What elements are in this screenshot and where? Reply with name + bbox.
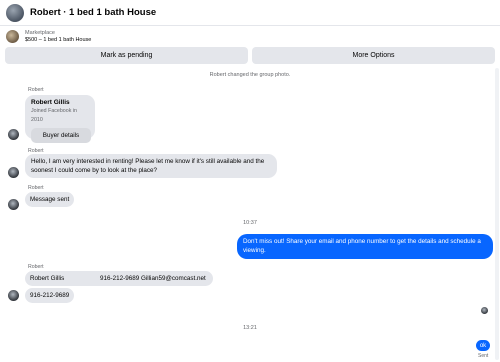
message-bubble: 916-212-9689 [25,288,75,303]
buyer-joined: Joined Facebook in 2010 [31,108,77,123]
sender-label: Robert [28,264,44,270]
timestamp: 10:37 [243,220,257,226]
message-bubble: ok [476,340,490,351]
avatar[interactable] [8,129,19,140]
buyer-name: Robert Gillis [31,99,70,106]
sender-label: Robert [28,185,44,191]
more-options-button[interactable]: More Options [252,47,495,64]
contact-info: 916-212-9689 Gillian59@comcast.net [100,275,206,282]
timestamp: 13:21 [243,325,257,331]
contact-name: Robert Gillis [30,275,65,282]
scrollbar[interactable] [495,68,499,360]
listing-thumbnail [6,30,19,43]
system-notice: Robert changed the group photo. [209,72,291,78]
listing-info[interactable]: Marketplace $500 – 1 bed 1 bath House [0,27,500,46]
message-bubble: Don't miss out! Share your email and pho… [237,234,493,259]
conversation-header: Robert · 1 bed 1 bath House [0,0,500,26]
conversation-title[interactable]: Robert · 1 bed 1 bath House [30,7,156,18]
listing-summary: $500 – 1 bed 1 bath House [25,36,92,43]
message-bubble: Message sent [25,192,75,207]
action-bar: Mark as pending More Options [5,47,495,64]
avatar[interactable] [8,290,19,301]
mark-as-pending-button[interactable]: Mark as pending [5,47,248,64]
seen-avatar [481,307,488,314]
message-bubble: Hello, I am very interested in renting! … [25,154,277,178]
avatar[interactable] [6,3,24,22]
avatar[interactable] [8,199,19,210]
avatar[interactable] [8,167,19,178]
message-bubble: Robert Gillis 916-212-9689 Gillian59@com… [25,271,213,286]
listing-source: Marketplace [25,29,55,36]
message-status: Sent [478,353,489,359]
buyer-details-button[interactable]: Buyer details [31,128,91,143]
sender-label: Robert [28,87,44,93]
buyer-card: Robert Gillis Joined Facebook in 2010 Bu… [25,95,95,143]
